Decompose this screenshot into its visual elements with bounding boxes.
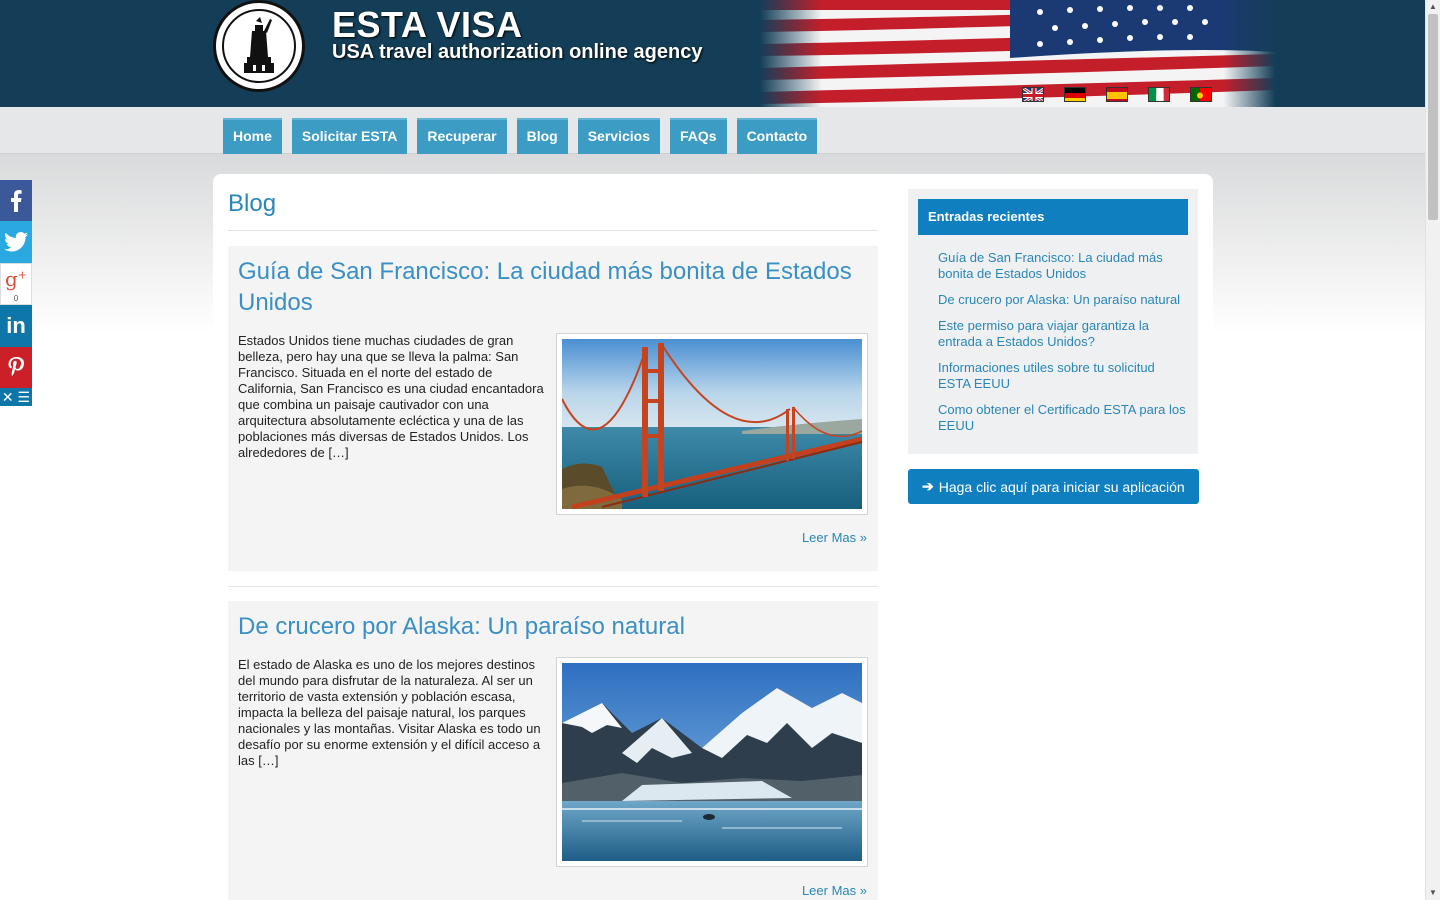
- department-of-esta-seal-logo[interactable]: [213, 0, 305, 92]
- english-flag-icon[interactable]: [1022, 87, 1044, 102]
- arrow-right-icon: ➔: [922, 478, 934, 494]
- portuguese-flag-icon[interactable]: [1190, 87, 1212, 102]
- read-more-link[interactable]: Leer Mas »: [802, 530, 867, 545]
- post-thumbnail[interactable]: [556, 657, 868, 867]
- main-navigation-bar: Home Solicitar ESTA Recuperar Blog Servi…: [0, 107, 1425, 154]
- recent-post-link[interactable]: De crucero por Alaska: Un paraíso natura…: [938, 292, 1190, 308]
- language-flags: [1022, 87, 1212, 102]
- pinterest-icon: [8, 356, 24, 376]
- nav-recuperar[interactable]: Recuperar: [417, 118, 507, 154]
- recent-post-link[interactable]: Informaciones utiles sobre tu solicitud …: [938, 360, 1190, 392]
- scroll-down-arrow-icon[interactable]: ▼: [1426, 886, 1440, 900]
- facebook-share-button[interactable]: [0, 180, 32, 221]
- google-plus-icon: g+: [4, 267, 28, 291]
- post-title-link[interactable]: Guía de San Francisco: La ciudad más bon…: [238, 256, 868, 318]
- scroll-up-arrow-icon[interactable]: ▲: [1426, 0, 1440, 14]
- linkedin-share-button[interactable]: in: [0, 305, 32, 347]
- share-controls: ✕ ☰: [0, 388, 32, 406]
- scrollbar-thumb[interactable]: [1428, 14, 1438, 220]
- nav-blog[interactable]: Blog: [516, 118, 568, 154]
- close-icon[interactable]: ✕: [2, 390, 14, 404]
- divider: [228, 230, 878, 231]
- social-share-bar: g+ 0 in ✕ ☰: [0, 180, 32, 406]
- statue-of-liberty-icon: [244, 17, 274, 73]
- spanish-flag-icon[interactable]: [1106, 87, 1128, 102]
- facebook-icon: [11, 189, 22, 212]
- post-thumbnail[interactable]: [556, 333, 868, 515]
- recent-posts-list: Guía de San Francisco: La ciudad más bon…: [938, 250, 1190, 444]
- start-application-button[interactable]: ➔ Haga clic aquí para iniciar su aplicac…: [908, 469, 1199, 504]
- recent-posts-widget: Entradas recientes Guía de San Francisco…: [908, 189, 1198, 454]
- post-excerpt: El estado de Alaska es uno de los mejore…: [238, 657, 541, 768]
- start-application-label: Haga clic aquí para iniciar su aplicació…: [938, 478, 1185, 495]
- german-flag-icon[interactable]: [1064, 87, 1086, 102]
- main-navigation: Home Solicitar ESTA Recuperar Blog Servi…: [223, 118, 818, 154]
- post-excerpt: Estados Unidos tiene muchas ciudades de …: [238, 333, 544, 460]
- divider: [228, 586, 878, 587]
- italian-flag-icon[interactable]: [1148, 87, 1170, 102]
- recent-post-link[interactable]: Como obtener el Certificado ESTA para lo…: [938, 402, 1190, 434]
- recent-post-link[interactable]: Este permiso para viajar garantiza la en…: [938, 318, 1190, 350]
- pinterest-share-button[interactable]: [0, 347, 32, 388]
- nav-faqs[interactable]: FAQs: [669, 118, 727, 154]
- nav-home[interactable]: Home: [223, 118, 282, 154]
- blog-post: De crucero por Alaska: Un paraíso natura…: [228, 601, 878, 900]
- blog-post: Guía de San Francisco: La ciudad más bon…: [228, 246, 878, 571]
- nav-contacto[interactable]: Contacto: [736, 118, 818, 154]
- twitter-icon: [4, 232, 28, 252]
- site-title: ESTA VISA: [332, 4, 523, 45]
- page-title: Blog: [228, 190, 277, 217]
- site-header: ESTA VISA USA travel authorization onlin…: [0, 0, 1425, 107]
- site-subtitle: USA travel authorization online agency: [332, 41, 703, 63]
- post-title-link[interactable]: De crucero por Alaska: Un paraíso natura…: [238, 611, 868, 642]
- google-plus-count: 0: [13, 294, 19, 303]
- widget-title: Entradas recientes: [918, 199, 1188, 235]
- menu-icon[interactable]: ☰: [18, 390, 31, 404]
- nav-servicios[interactable]: Servicios: [577, 118, 660, 154]
- read-more-link[interactable]: Leer Mas »: [802, 883, 867, 898]
- nav-solicitar-esta[interactable]: Solicitar ESTA: [291, 118, 408, 154]
- linkedin-icon: in: [6, 313, 26, 338]
- twitter-share-button[interactable]: [0, 221, 32, 263]
- alaska-glacier-image: [562, 663, 862, 861]
- vertical-scrollbar[interactable]: ▲ ▼: [1425, 0, 1440, 900]
- golden-gate-bridge-image: [562, 339, 862, 509]
- google-plus-share-button[interactable]: g+ 0: [0, 263, 32, 305]
- recent-post-link[interactable]: Guía de San Francisco: La ciudad más bon…: [938, 250, 1190, 282]
